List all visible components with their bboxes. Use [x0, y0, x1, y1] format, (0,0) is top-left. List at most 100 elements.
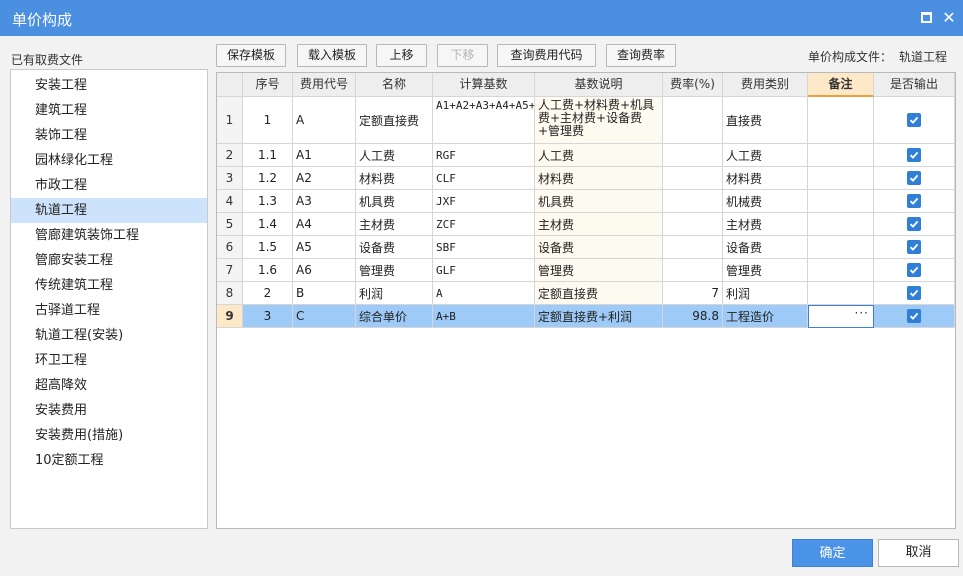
- base-cell[interactable]: A+B: [433, 305, 535, 328]
- column-header[interactable]: 费用类别: [723, 73, 808, 97]
- cancel-button[interactable]: 取消: [878, 539, 959, 567]
- fee-file-item[interactable]: 古驿道工程: [11, 298, 207, 323]
- seq-cell[interactable]: 1.6: [243, 259, 293, 282]
- base-cell[interactable]: ZCF: [433, 213, 535, 236]
- query-fee-rate-button[interactable]: 查询费率: [606, 44, 676, 67]
- output-checkbox[interactable]: [907, 309, 921, 323]
- name-cell[interactable]: 机具费: [356, 190, 433, 213]
- rate-cell[interactable]: [663, 259, 723, 282]
- output-checkbox[interactable]: [907, 194, 921, 208]
- base-cell[interactable]: CLF: [433, 167, 535, 190]
- output-checkbox[interactable]: [907, 217, 921, 231]
- note-cell[interactable]: [808, 167, 874, 190]
- desc-cell[interactable]: 管理费: [535, 259, 663, 282]
- name-cell[interactable]: 人工费: [356, 144, 433, 167]
- row-number[interactable]: 8: [217, 282, 243, 305]
- fee-file-item[interactable]: 园林绿化工程: [11, 148, 207, 173]
- fee-file-item[interactable]: 装饰工程: [11, 123, 207, 148]
- seq-cell[interactable]: 3: [243, 305, 293, 328]
- ok-button[interactable]: 确定: [792, 539, 873, 567]
- seq-cell[interactable]: 1.4: [243, 213, 293, 236]
- note-cell[interactable]: [808, 213, 874, 236]
- column-header[interactable]: 名称: [356, 73, 433, 97]
- code-cell[interactable]: A4: [293, 213, 356, 236]
- note-cell[interactable]: [808, 97, 874, 144]
- output-checkbox[interactable]: [907, 113, 921, 127]
- column-header[interactable]: 是否输出: [874, 73, 955, 97]
- note-cell[interactable]: [808, 144, 874, 167]
- code-cell[interactable]: A: [293, 97, 356, 144]
- seq-cell[interactable]: 1.2: [243, 167, 293, 190]
- row-number[interactable]: 2: [217, 144, 243, 167]
- column-header[interactable]: 计算基数: [433, 73, 535, 97]
- seq-cell[interactable]: 1.3: [243, 190, 293, 213]
- code-cell[interactable]: A3: [293, 190, 356, 213]
- row-number[interactable]: 4: [217, 190, 243, 213]
- fee-file-item[interactable]: 安装费用(措施): [11, 423, 207, 448]
- rate-cell[interactable]: 7: [663, 282, 723, 305]
- category-cell[interactable]: 工程造价: [723, 305, 808, 328]
- category-cell[interactable]: 利润: [723, 282, 808, 305]
- base-cell[interactable]: GLF: [433, 259, 535, 282]
- query-fee-code-button[interactable]: 查询费用代码: [497, 44, 596, 67]
- row-number[interactable]: 5: [217, 213, 243, 236]
- base-cell[interactable]: SBF: [433, 236, 535, 259]
- load-template-button[interactable]: 载入模板: [297, 44, 367, 67]
- fee-file-item[interactable]: 超高降效: [11, 373, 207, 398]
- output-cell[interactable]: [874, 144, 955, 167]
- output-checkbox[interactable]: [907, 286, 921, 300]
- output-checkbox[interactable]: [907, 171, 921, 185]
- category-cell[interactable]: 人工费: [723, 144, 808, 167]
- output-cell[interactable]: [874, 236, 955, 259]
- ellipsis-button[interactable]: ···: [855, 306, 869, 320]
- fee-file-item[interactable]: 建筑工程: [11, 98, 207, 123]
- desc-cell[interactable]: 主材费: [535, 213, 663, 236]
- output-cell[interactable]: [874, 282, 955, 305]
- category-cell[interactable]: 主材费: [723, 213, 808, 236]
- output-cell[interactable]: [874, 305, 955, 328]
- code-cell[interactable]: C: [293, 305, 356, 328]
- output-cell[interactable]: [874, 167, 955, 190]
- seq-cell[interactable]: 1.5: [243, 236, 293, 259]
- base-cell[interactable]: RGF: [433, 144, 535, 167]
- maximize-button[interactable]: [918, 9, 936, 27]
- save-template-button[interactable]: 保存模板: [216, 44, 286, 67]
- output-checkbox[interactable]: [907, 263, 921, 277]
- category-cell[interactable]: 设备费: [723, 236, 808, 259]
- name-cell[interactable]: 综合单价: [356, 305, 433, 328]
- note-cell[interactable]: [808, 282, 874, 305]
- category-cell[interactable]: 管理费: [723, 259, 808, 282]
- note-cell[interactable]: [808, 190, 874, 213]
- output-cell[interactable]: [874, 213, 955, 236]
- fee-file-item[interactable]: 安装费用: [11, 398, 207, 423]
- name-cell[interactable]: 设备费: [356, 236, 433, 259]
- fee-file-item[interactable]: 市政工程: [11, 173, 207, 198]
- fee-file-item[interactable]: 10定额工程: [11, 448, 207, 473]
- category-cell[interactable]: 直接费: [723, 97, 808, 144]
- rate-cell[interactable]: 98.8: [663, 305, 723, 328]
- rate-cell[interactable]: [663, 190, 723, 213]
- note-cell[interactable]: [808, 259, 874, 282]
- fee-file-item[interactable]: 管廊安装工程: [11, 248, 207, 273]
- code-cell[interactable]: A6: [293, 259, 356, 282]
- code-cell[interactable]: A1: [293, 144, 356, 167]
- fee-file-item[interactable]: 轨道工程: [11, 198, 207, 223]
- code-cell[interactable]: A2: [293, 167, 356, 190]
- column-header[interactable]: 费用代号: [293, 73, 356, 97]
- name-cell[interactable]: 材料费: [356, 167, 433, 190]
- column-header[interactable]: 基数说明: [535, 73, 663, 97]
- code-cell[interactable]: A5: [293, 236, 356, 259]
- column-header[interactable]: 序号: [243, 73, 293, 97]
- desc-cell[interactable]: 设备费: [535, 236, 663, 259]
- name-cell[interactable]: 管理费: [356, 259, 433, 282]
- desc-cell[interactable]: 人工费+材料费+机具费+主材费+设备费+管理费: [535, 97, 663, 144]
- column-header[interactable]: 备注: [808, 73, 874, 97]
- desc-cell[interactable]: 材料费: [535, 167, 663, 190]
- rate-cell[interactable]: [663, 213, 723, 236]
- category-cell[interactable]: 机械费: [723, 190, 808, 213]
- rate-cell[interactable]: [663, 167, 723, 190]
- code-cell[interactable]: B: [293, 282, 356, 305]
- row-number[interactable]: 7: [217, 259, 243, 282]
- desc-cell[interactable]: 人工费: [535, 144, 663, 167]
- row-number[interactable]: 3: [217, 167, 243, 190]
